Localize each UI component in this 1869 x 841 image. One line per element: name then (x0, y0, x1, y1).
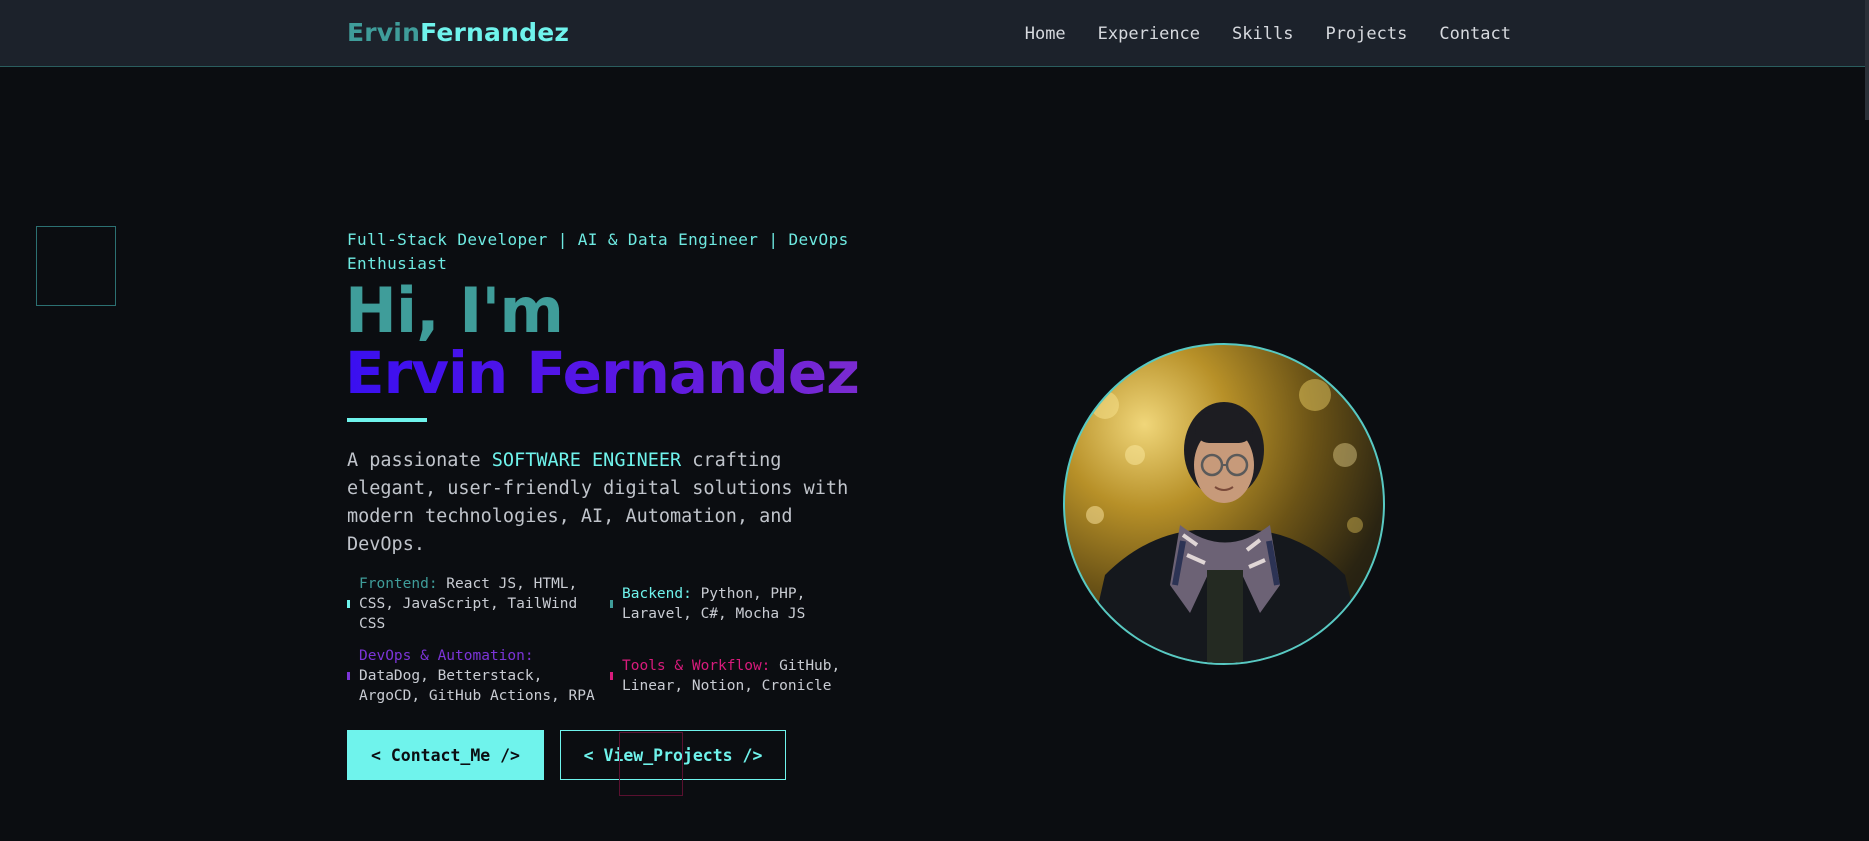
hero-intro: A passionate SOFTWARE ENGINEER crafting … (347, 447, 857, 559)
skill-frontend: Frontend: React JS, HTML, CSS, JavaScrip… (347, 574, 591, 634)
nav-link-contact[interactable]: Contact (1439, 24, 1511, 44)
skill-marker (610, 600, 613, 608)
skill-marker (610, 672, 613, 680)
nav-link-projects[interactable]: Projects (1325, 24, 1407, 44)
skill-tools: Tools & Workflow: GitHub, Linear, Notion… (610, 656, 862, 696)
intro-highlight: SOFTWARE ENGINEER (491, 450, 682, 471)
logo-last-name: Fernandez (420, 18, 570, 47)
skill-label: Frontend: (359, 576, 438, 592)
contact-me-button[interactable]: < Contact_Me /> (347, 730, 544, 780)
nav-link-experience[interactable]: Experience (1098, 24, 1200, 44)
decorative-outline (619, 732, 683, 796)
hero-greeting: Hi, I'm (345, 274, 564, 347)
skill-label: Backend: (622, 586, 692, 602)
skill-marker (347, 600, 350, 608)
skill-value: DataDog, Betterstack, ArgoCD, GitHub Act… (359, 668, 595, 704)
profile-photo (1063, 343, 1385, 665)
skill-label: DevOps & Automation: (359, 648, 534, 664)
nav-link-home[interactable]: Home (1025, 24, 1066, 44)
page-scrollbar[interactable] (1865, 0, 1869, 841)
skill-marker (347, 672, 350, 680)
nav-menu: Home Experience Skills Projects Contact (1025, 24, 1511, 44)
title-underline (347, 418, 427, 422)
site-logo[interactable]: ErvinFernandez (347, 18, 569, 47)
skill-devops: DevOps & Automation: DataDog, Betterstac… (347, 646, 599, 706)
scrollbar-thumb[interactable] (1865, 0, 1869, 120)
intro-text-start: A passionate (347, 450, 492, 471)
skill-backend: Backend: Python, PHP, Laravel, C#, Mocha… (610, 584, 837, 624)
top-navbar: ErvinFernandez Home Experience Skills Pr… (0, 0, 1865, 67)
profile-photo-icon (1085, 379, 1365, 663)
hero-tagline: Full-Stack Developer | AI & Data Enginee… (347, 230, 849, 273)
skill-label: Tools & Workflow: (622, 658, 771, 674)
nav-link-skills[interactable]: Skills (1232, 24, 1293, 44)
logo-first-name: Ervin (347, 18, 421, 47)
hero-name: Ervin Fernandez (345, 339, 860, 407)
decorative-square (36, 226, 116, 306)
